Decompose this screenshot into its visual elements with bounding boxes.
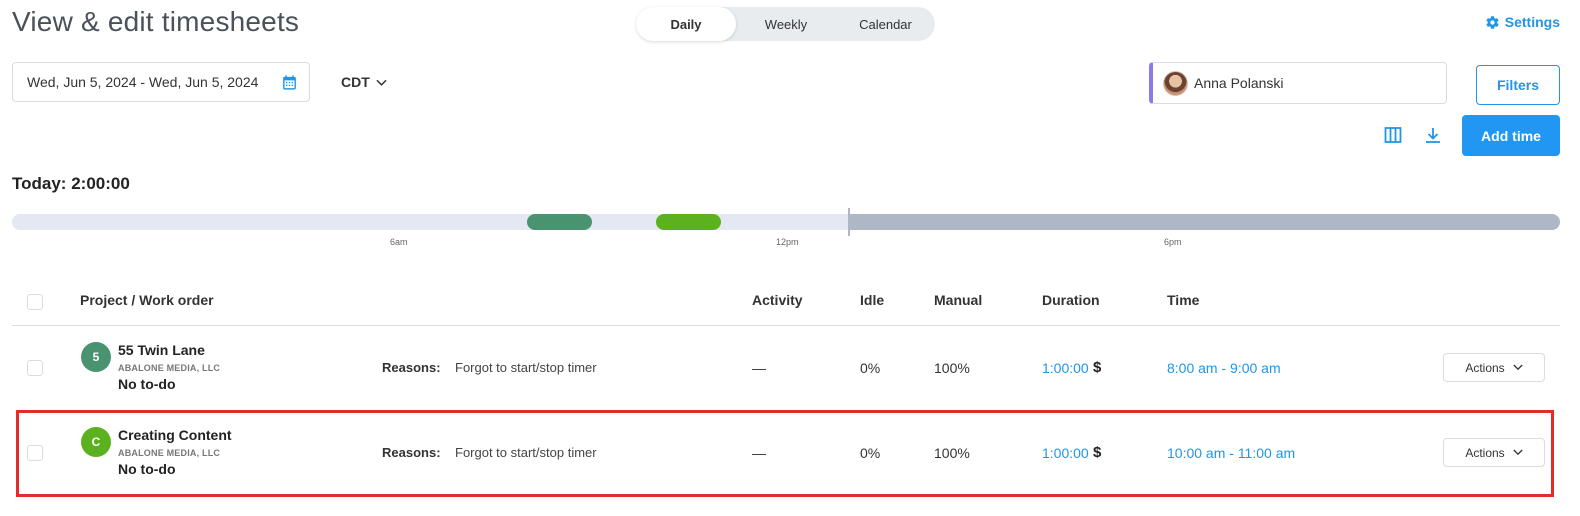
chevron-down-icon bbox=[1513, 364, 1523, 371]
column-header-time: Time bbox=[1167, 292, 1200, 308]
timeline-block-creating-content[interactable] bbox=[656, 214, 721, 230]
actions-label: Actions bbox=[1465, 445, 1505, 460]
today-total: Today: 2:00:00 bbox=[12, 174, 130, 194]
timeline-block-55-twin-lane[interactable] bbox=[527, 214, 592, 230]
avatar bbox=[1163, 70, 1188, 96]
page-title: View & edit timesheets bbox=[12, 6, 300, 37]
settings-link[interactable]: Settings bbox=[1485, 14, 1560, 30]
timesheet-table: Project / Work order Activity Idle Manua… bbox=[12, 280, 1560, 496]
calendar-icon[interactable] bbox=[281, 74, 298, 91]
reasons-value: Forgot to start/stop timer bbox=[455, 360, 597, 375]
column-header-idle: Idle bbox=[860, 292, 885, 308]
column-header-activity: Activity bbox=[752, 292, 803, 308]
timeline-past-track bbox=[12, 214, 848, 230]
timezone-dropdown[interactable]: CDT bbox=[341, 74, 387, 90]
column-header-duration: Duration bbox=[1042, 292, 1100, 308]
timeline-tick-6pm: 6pm bbox=[1164, 237, 1182, 247]
chevron-down-icon bbox=[376, 79, 387, 86]
timeline-tick-6am: 6am bbox=[390, 237, 408, 247]
tab-weekly[interactable]: Weekly bbox=[736, 7, 836, 41]
view-toggle: Daily Weekly Calendar bbox=[636, 7, 935, 41]
tab-daily[interactable]: Daily bbox=[636, 7, 736, 41]
todo-label: No to-do bbox=[118, 461, 176, 477]
add-time-button[interactable]: Add time bbox=[1462, 115, 1560, 156]
column-header-project: Project / Work order bbox=[80, 292, 214, 308]
reasons-label: Reasons: bbox=[382, 445, 441, 460]
client-name: ABALONE MEDIA, LLC bbox=[118, 363, 221, 373]
columns-icon bbox=[1384, 127, 1402, 143]
actions-dropdown[interactable]: Actions bbox=[1443, 438, 1545, 467]
filters-button[interactable]: Filters bbox=[1476, 65, 1560, 105]
project-name[interactable]: 55 Twin Lane bbox=[118, 342, 205, 358]
download-button[interactable] bbox=[1422, 124, 1444, 146]
timeline-now-marker bbox=[848, 208, 850, 236]
date-range-picker[interactable]: Wed, Jun 5, 2024 - Wed, Jun 5, 2024 bbox=[12, 62, 310, 102]
settings-label: Settings bbox=[1504, 14, 1560, 30]
table-row: C Creating Content ABALONE MEDIA, LLC No… bbox=[12, 411, 1560, 496]
date-range-value: Wed, Jun 5, 2024 - Wed, Jun 5, 2024 bbox=[27, 74, 259, 90]
project-avatar: 5 bbox=[81, 342, 111, 372]
gear-icon bbox=[1486, 15, 1499, 29]
project-name[interactable]: Creating Content bbox=[118, 427, 232, 443]
manual-value: 100% bbox=[934, 445, 970, 461]
select-all-checkbox[interactable] bbox=[27, 294, 43, 310]
chevron-down-icon bbox=[1513, 449, 1523, 456]
column-header-manual: Manual bbox=[934, 292, 983, 308]
billable-icon: $ bbox=[1093, 444, 1102, 461]
today-value: 2:00:00 bbox=[71, 174, 130, 193]
member-name: Anna Polanski bbox=[1194, 75, 1284, 91]
timeline-future-track bbox=[848, 214, 1560, 230]
idle-value: 0% bbox=[860, 445, 881, 461]
today-label: Today: bbox=[12, 174, 67, 193]
download-icon bbox=[1426, 128, 1440, 143]
client-name: ABALONE MEDIA, LLC bbox=[118, 448, 221, 458]
billable-icon: $ bbox=[1093, 359, 1102, 376]
time-range-link[interactable]: 8:00 am - 9:00 am bbox=[1167, 360, 1281, 376]
duration-link[interactable]: 1:00:00 bbox=[1042, 445, 1089, 461]
table-header: Project / Work order Activity Idle Manua… bbox=[12, 280, 1560, 326]
time-range-link[interactable]: 10:00 am - 11:00 am bbox=[1167, 445, 1295, 461]
actions-dropdown[interactable]: Actions bbox=[1443, 353, 1545, 382]
tab-calendar[interactable]: Calendar bbox=[836, 7, 935, 41]
manual-value: 100% bbox=[934, 360, 970, 376]
todo-label: No to-do bbox=[118, 376, 176, 392]
project-avatar: C bbox=[81, 427, 111, 457]
columns-button[interactable] bbox=[1382, 124, 1404, 146]
timezone-value: CDT bbox=[341, 74, 370, 90]
row-checkbox[interactable] bbox=[27, 360, 43, 376]
day-timeline bbox=[12, 208, 1560, 236]
duration-link[interactable]: 1:00:00 bbox=[1042, 360, 1089, 376]
actions-label: Actions bbox=[1465, 360, 1505, 375]
reasons-value: Forgot to start/stop timer bbox=[455, 445, 597, 460]
activity-value: — bbox=[752, 360, 766, 376]
member-select[interactable]: Anna Polanski bbox=[1149, 62, 1447, 104]
activity-value: — bbox=[752, 445, 766, 461]
timeline-tick-12pm: 12pm bbox=[776, 237, 799, 247]
table-row: 5 55 Twin Lane ABALONE MEDIA, LLC No to-… bbox=[12, 326, 1560, 411]
reasons-label: Reasons: bbox=[382, 360, 441, 375]
row-checkbox[interactable] bbox=[27, 445, 43, 461]
idle-value: 0% bbox=[860, 360, 881, 376]
